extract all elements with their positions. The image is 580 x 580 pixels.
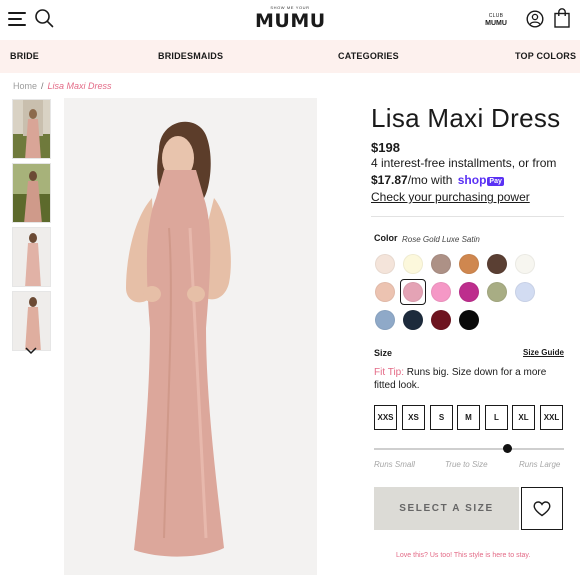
size-option-s[interactable]: S — [430, 405, 453, 430]
size-option-l[interactable]: L — [485, 405, 508, 430]
installment-suffix: /mo with — [407, 173, 453, 187]
size-option-m[interactable]: M — [457, 405, 480, 430]
fit-scale-indicator — [502, 444, 512, 453]
product-title: Lisa Maxi Dress — [371, 103, 561, 133]
installments-text: 4 interest-free installments, or from — [371, 156, 557, 170]
color-swatch[interactable] — [403, 310, 423, 330]
size-option-xxl[interactable]: XXL — [540, 405, 563, 430]
size-option-xxs[interactable]: XXS — [374, 405, 397, 430]
installments-detail: $17.87/mo with shop Pay — [371, 173, 504, 187]
club-main-label: MUMU — [485, 20, 507, 27]
selected-color-name: Rose Gold Luxe Satin — [402, 235, 480, 244]
color-label: Color — [374, 233, 398, 243]
breadcrumb: Home / Lisa Maxi Dress — [13, 81, 112, 91]
color-swatch[interactable] — [403, 254, 423, 274]
club-mumu-link[interactable]: CLUB MUMU — [484, 13, 508, 27]
product-main-image — [64, 98, 317, 575]
color-swatch[interactable] — [375, 310, 395, 330]
wishlist-button[interactable] — [521, 487, 563, 530]
size-option-xs[interactable]: XS — [402, 405, 425, 430]
product-thumbnail-2[interactable] — [12, 163, 51, 223]
shop-pay-logo: shop — [457, 173, 487, 187]
fit-scale-track — [374, 448, 564, 450]
fit-label-runs-large: Runs Large — [519, 460, 561, 469]
color-swatch[interactable] — [431, 310, 451, 330]
site-header: SHOW ME YOUR MUMU CLUB MUMU — [0, 0, 580, 40]
account-icon[interactable] — [526, 10, 544, 28]
product-thumbnail-1[interactable] — [12, 99, 51, 159]
size-guide-link[interactable]: Size Guide — [523, 348, 564, 357]
installment-amount: $17.87 — [371, 173, 408, 187]
color-swatch[interactable] — [515, 282, 535, 302]
shop-pay-badge: Pay — [487, 177, 504, 186]
color-swatch[interactable] — [459, 310, 479, 330]
main-nav: BRIDE BRIDESMAIDS CATEGORIES TOP COLORS — [0, 40, 580, 73]
color-swatch[interactable] — [375, 254, 395, 274]
nav-item-bridesmaids[interactable]: BRIDESMAIDS — [158, 51, 223, 61]
fit-label-runs-small: Runs Small — [374, 460, 415, 469]
heart-icon — [533, 500, 551, 516]
color-swatch[interactable] — [431, 254, 451, 274]
club-small-label: CLUB — [488, 13, 504, 19]
select-size-button[interactable]: SELECT A SIZE — [374, 487, 519, 530]
love-this-note: Love this? Us too! This style is here to… — [396, 552, 531, 559]
color-swatch[interactable] — [487, 282, 507, 302]
section-divider — [371, 216, 564, 217]
color-swatch[interactable] — [375, 282, 395, 302]
nav-item-top-colors[interactable]: TOP COLORS — [515, 51, 576, 61]
size-label: Size — [374, 348, 393, 358]
nav-item-categories[interactable]: CATEGORIES — [338, 51, 399, 61]
color-swatch[interactable] — [431, 282, 451, 302]
search-icon[interactable] — [34, 8, 54, 28]
fit-tip-label: Fit Tip: — [374, 367, 405, 378]
breadcrumb-current: Lisa Maxi Dress — [47, 81, 112, 91]
breadcrumb-separator: / — [41, 81, 44, 91]
menu-icon[interactable] — [8, 12, 26, 26]
product-thumbnail-4[interactable] — [12, 291, 51, 351]
size-option-xl[interactable]: XL — [512, 405, 535, 430]
breadcrumb-home-link[interactable]: Home — [13, 81, 37, 91]
logo-wordmark: MUMU — [255, 10, 326, 32]
color-swatch[interactable] — [487, 254, 507, 274]
color-swatch[interactable] — [459, 254, 479, 274]
shopping-bag-icon[interactable] — [554, 8, 570, 28]
color-swatch[interactable] — [459, 282, 479, 302]
site-logo[interactable]: SHOW ME YOUR MUMU — [255, 5, 325, 31]
color-swatch[interactable] — [403, 282, 423, 302]
product-price: $198 — [371, 140, 400, 155]
chevron-down-icon[interactable] — [24, 346, 38, 356]
color-swatch[interactable] — [515, 254, 535, 274]
fit-tip: Fit Tip: Runs big. Size down for a more … — [374, 366, 566, 392]
check-purchasing-power-link[interactable]: Check your purchasing power — [371, 190, 530, 204]
product-thumbnail-3[interactable] — [12, 227, 51, 287]
nav-item-bride[interactable]: BRIDE — [10, 51, 39, 61]
fit-label-true-to-size: True to Size — [445, 460, 488, 469]
